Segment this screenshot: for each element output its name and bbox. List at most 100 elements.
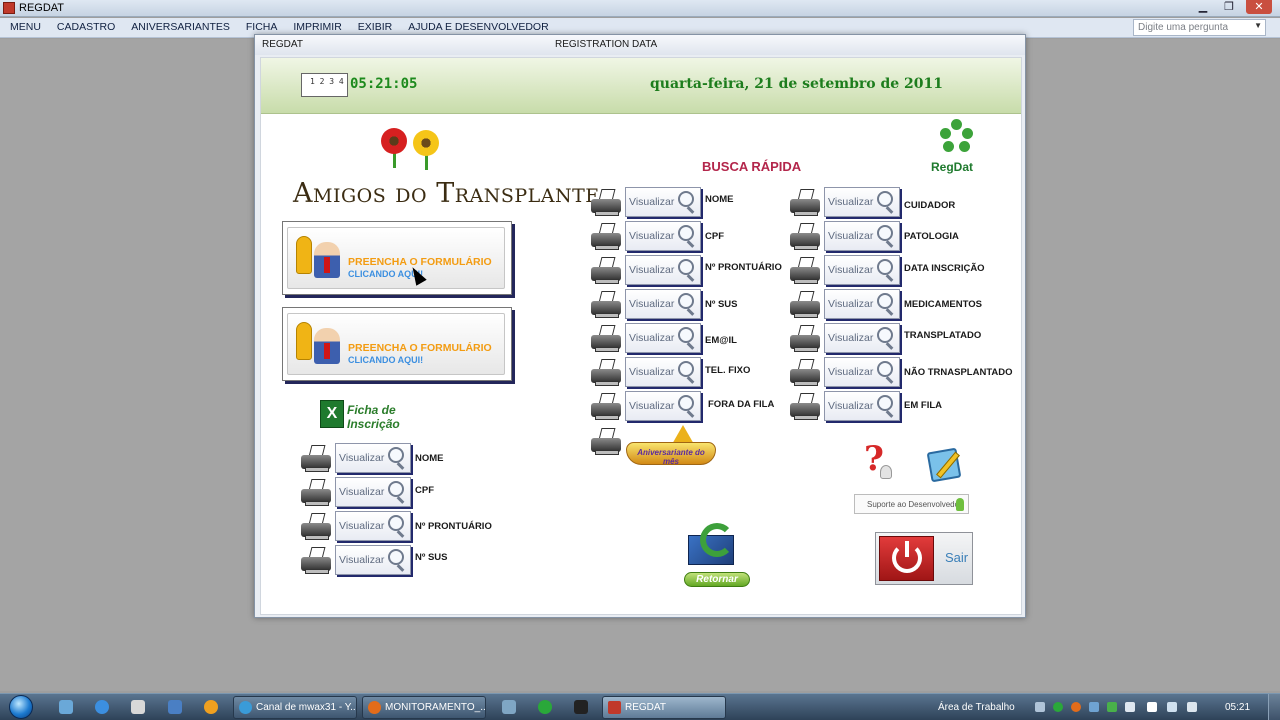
terminal-app-icon[interactable] xyxy=(574,700,588,714)
view-button[interactable]: Visualizar xyxy=(625,221,701,251)
tray-chevron-icon[interactable] xyxy=(1035,702,1045,712)
taskbar-button-monitoramento[interactable]: MONITORAMENTO_... xyxy=(362,696,486,719)
aniversariante-button[interactable]: Aniversariante do mês xyxy=(589,425,717,467)
header-date: quarta-feira, 21 de setembro de 2011 xyxy=(650,76,944,92)
media-player-icon[interactable] xyxy=(204,700,218,714)
printer-icon[interactable] xyxy=(788,325,822,353)
ask-question-input[interactable]: Digite uma pergunta ▼ xyxy=(1133,19,1266,36)
view-button-label: Visualizar xyxy=(828,298,874,310)
view-button[interactable]: Visualizar xyxy=(824,289,900,319)
internet-explorer-icon[interactable] xyxy=(95,700,109,714)
view-button[interactable]: Visualizar xyxy=(824,221,900,251)
view-button[interactable]: Visualizar xyxy=(824,323,900,353)
menu-item-ficha[interactable]: FICHA xyxy=(244,21,280,33)
taskbar-button-chrome[interactable]: Canal de mwax31 - Y... xyxy=(233,696,357,719)
clock-icon: 1 2 3 4 xyxy=(301,73,348,97)
printer-icon[interactable] xyxy=(299,547,333,575)
view-button[interactable]: Visualizar xyxy=(335,511,411,541)
printer-icon[interactable] xyxy=(589,223,623,251)
fill-form-button-1[interactable]: PREENCHA O FORMULÁRIO CLICANDO AQUI! xyxy=(282,221,512,295)
view-button[interactable]: Visualizar xyxy=(335,443,411,473)
printer-icon[interactable] xyxy=(299,445,333,473)
taskbar-button-regdat[interactable]: REGDAT xyxy=(602,696,726,719)
printer-icon[interactable] xyxy=(589,325,623,353)
tray-shield-icon[interactable] xyxy=(1125,702,1135,712)
view-button[interactable]: Visualizar xyxy=(625,323,701,353)
printer-icon[interactable] xyxy=(589,189,623,217)
file-manager-icon[interactable] xyxy=(131,700,145,714)
desktop-area-label[interactable]: Área de Trabalho xyxy=(938,702,1015,713)
printer-icon[interactable] xyxy=(589,257,623,285)
printer-icon[interactable] xyxy=(788,291,822,319)
printer-icon[interactable] xyxy=(788,393,822,421)
leaf-shape xyxy=(962,128,973,139)
view-button[interactable]: Visualizar xyxy=(824,357,900,387)
printer-icon[interactable] xyxy=(589,359,623,387)
taskbar-button-label: REGDAT xyxy=(625,702,666,713)
view-button[interactable]: Visualizar xyxy=(824,255,900,285)
view-button[interactable]: Visualizar xyxy=(625,357,701,387)
printer-icon[interactable] xyxy=(788,189,822,217)
view-button[interactable]: Visualizar xyxy=(625,187,701,217)
printer-icon[interactable] xyxy=(589,291,623,319)
tray-update-icon[interactable] xyxy=(1107,702,1117,712)
fill-form-button-2[interactable]: PREENCHA O FORMULÁRIO CLICANDO AQUI! xyxy=(282,307,512,381)
view-button[interactable]: Visualizar xyxy=(824,391,900,421)
clipboard-icon[interactable] xyxy=(926,444,971,483)
regdat-dialog: REGDAT REGISTRATION DATA 1 2 3 4 05:21:0… xyxy=(254,34,1026,618)
printer-icon[interactable] xyxy=(788,257,822,285)
show-desktop-button[interactable] xyxy=(1268,694,1280,720)
start-button[interactable] xyxy=(4,694,42,720)
magnifier-icon xyxy=(678,395,694,411)
ficha-inscricao-logo: X Ficha de Inscrição xyxy=(320,400,410,434)
row-label: CPF xyxy=(705,231,724,242)
printer-icon[interactable] xyxy=(589,428,623,456)
close-icon[interactable]: ✕ xyxy=(1246,0,1272,14)
media-icon[interactable] xyxy=(168,700,182,714)
tray-firefox-icon[interactable] xyxy=(1071,702,1081,712)
network-app-icon[interactable] xyxy=(502,700,516,714)
tray-flag-icon[interactable] xyxy=(1147,702,1157,712)
printer-icon[interactable] xyxy=(299,513,333,541)
printer-icon[interactable] xyxy=(299,479,333,507)
suporte-desenvolvedor-button[interactable]: Suporte ao Desenvolvedor xyxy=(854,494,969,514)
view-button[interactable]: Visualizar xyxy=(335,477,411,507)
view-button-label: Visualizar xyxy=(339,554,385,566)
tray-green-icon[interactable] xyxy=(1053,702,1063,712)
minimize-icon[interactable]: ▁ xyxy=(1194,0,1212,14)
explorer-icon[interactable] xyxy=(59,700,73,714)
help-icon[interactable]: ? xyxy=(864,439,896,481)
printer-icon[interactable] xyxy=(788,359,822,387)
view-button[interactable]: Visualizar xyxy=(625,289,701,319)
view-button[interactable]: Visualizar xyxy=(335,545,411,575)
menu-item-menu[interactable]: MENU xyxy=(8,21,43,33)
printer-icon[interactable] xyxy=(589,393,623,421)
menu-item-cadastro[interactable]: CADASTRO xyxy=(55,21,117,33)
taskbar-clock[interactable]: 05:21 xyxy=(1225,702,1250,713)
magnifier-icon xyxy=(678,361,694,377)
row-label: Nº SUS xyxy=(705,299,738,310)
menu-item-aniversariantes[interactable]: ANIVERSARIANTES xyxy=(129,21,232,33)
view-button[interactable]: Visualizar xyxy=(625,391,701,421)
brand-title: Amigos do Transplante xyxy=(293,178,600,209)
dialog-caption-left: REGDAT xyxy=(262,39,303,50)
view-button-label: Visualizar xyxy=(629,264,675,276)
view-button[interactable]: Visualizar xyxy=(824,187,900,217)
chevron-down-icon[interactable]: ▼ xyxy=(1254,21,1262,30)
menu-item-ajuda[interactable]: AJUDA E DESENVOLVEDOR xyxy=(406,21,550,33)
tray-volume-icon[interactable] xyxy=(1187,702,1197,712)
view-button[interactable]: Visualizar xyxy=(625,255,701,285)
tray-monitor-icon[interactable] xyxy=(1089,702,1099,712)
busca-rapida-title: BUSCA RÁPIDA xyxy=(702,159,802,174)
restore-icon[interactable]: ❐ xyxy=(1220,0,1238,14)
clock-icon-digits: 1 2 3 4 xyxy=(310,77,344,86)
retornar-button[interactable]: Retornar xyxy=(682,523,752,587)
row-label: PATOLOGIA xyxy=(904,231,959,242)
printer-icon[interactable] xyxy=(788,223,822,251)
menu-item-imprimir[interactable]: IMPRIMIR xyxy=(291,21,343,33)
green-app-icon[interactable] xyxy=(538,700,552,714)
sair-button[interactable]: Sair xyxy=(875,532,973,585)
fill-form-button-face: PREENCHA O FORMULÁRIO CLICANDO AQUI! xyxy=(287,227,505,289)
tray-network-icon[interactable] xyxy=(1167,702,1177,712)
menu-item-exibir[interactable]: EXIBIR xyxy=(356,21,394,33)
